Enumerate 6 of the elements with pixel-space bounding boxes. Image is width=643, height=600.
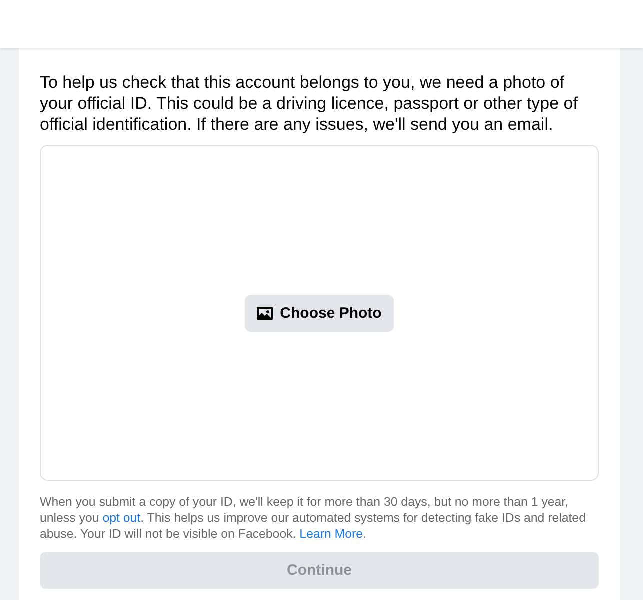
choose-photo-button[interactable]: Choose Photo — [245, 294, 394, 332]
link[interactable]: opt out — [102, 511, 141, 525]
link[interactable]: Learn More — [300, 527, 364, 541]
notice-text: When you submit a copy of your ID, we'll keep it for more than 30 days, but no more than 1 year, unless you opt out. This helps us improve our automated systems for detecting fake IDs and related abuse. Your ID will not be visible on Facebook. Learn More. — [40, 494, 587, 542]
description-text: To help us check that this account belongs to you, we need a photo of your official ID. This could be a driving licence, passport or other type of official identification. If there are any issues, we'll send you an email. — [40, 72, 579, 135]
image-icon — [257, 306, 274, 320]
